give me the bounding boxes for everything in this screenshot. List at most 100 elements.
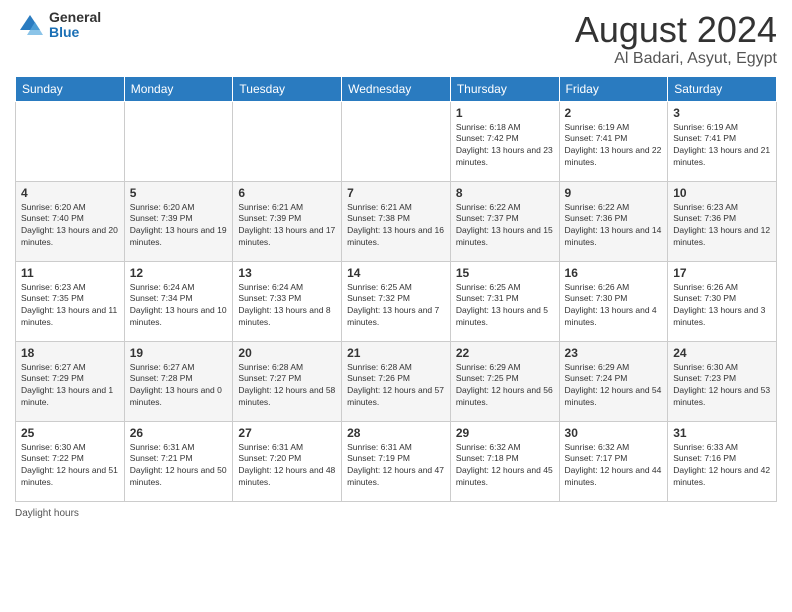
day-info: Sunrise: 6:29 AM Sunset: 7:25 PM Dayligh… — [456, 362, 554, 410]
day-info: Sunrise: 6:20 AM Sunset: 7:39 PM Dayligh… — [130, 202, 228, 250]
day-number: 4 — [21, 186, 119, 200]
table-row: 12Sunrise: 6:24 AM Sunset: 7:34 PM Dayli… — [124, 261, 233, 341]
header-monday: Monday — [124, 76, 233, 101]
day-info: Sunrise: 6:18 AM Sunset: 7:42 PM Dayligh… — [456, 122, 554, 170]
table-row: 6 Sunrise: 6:21 AM Sunset: 7:39 PM Daylig… — [233, 181, 342, 261]
day-number: 24 — [673, 346, 771, 360]
table-row: 4 Sunrise: 6:20 AM Sunset: 7:40 PM Daylig… — [16, 181, 125, 261]
table-row: 11 Sunrise: 6:23 AM Sunset: 7:35 PM Dayli… — [16, 261, 125, 341]
day-number: 26 — [130, 426, 228, 440]
calendar-week-row: 18 Sunrise: 6:27 AM Sunset: 7:29 PM Dayli… — [16, 341, 777, 421]
table-row: 10 Sunrise: 6:23 AM Sunset: 7:36 PM Dayli… — [668, 181, 777, 261]
header-wednesday: Wednesday — [342, 76, 451, 101]
table-row: 23 Sunrise: 6:29 AM Sunset: 7:24 PM Dayli… — [559, 341, 668, 421]
table-row: 15Sunrise: 6:25 AM Sunset: 7:31 PM Dayli… — [450, 261, 559, 341]
header-saturday: Saturday — [668, 76, 777, 101]
day-number: 22 — [456, 346, 554, 360]
title-block: August 2024 Al Badari, Asyut, Egypt — [575, 10, 777, 68]
calendar-week-row: 4 Sunrise: 6:20 AM Sunset: 7:40 PM Daylig… — [16, 181, 777, 261]
table-row — [16, 101, 125, 181]
day-number: 14 — [347, 266, 445, 280]
day-number: 1 — [456, 106, 554, 120]
day-info: Sunrise: 6:25 AM Sunset: 7:31 PM Dayligh… — [456, 282, 554, 330]
day-info: Sunrise: 6:27 AM Sunset: 7:29 PM Dayligh… — [21, 362, 119, 410]
table-row: 31 Sunrise: 6:33 AM Sunset: 7:16 PM Dayli… — [668, 421, 777, 501]
day-number: 21 — [347, 346, 445, 360]
day-number: 12 — [130, 266, 228, 280]
table-row: 8 Sunrise: 6:22 AM Sunset: 7:37 PM Daylig… — [450, 181, 559, 261]
table-row: 1 Sunrise: 6:18 AM Sunset: 7:42 PM Daylig… — [450, 101, 559, 181]
day-info: Sunrise: 6:30 AM Sunset: 7:22 PM Dayligh… — [21, 442, 119, 490]
day-number: 8 — [456, 186, 554, 200]
day-info: Sunrise: 6:24 AM Sunset: 7:33 PM Dayligh… — [238, 282, 336, 330]
header: General Blue August 2024 Al Badari, Asyu… — [15, 10, 777, 68]
logo: General Blue — [15, 10, 101, 41]
table-row: 21Sunrise: 6:28 AM Sunset: 7:26 PM Dayli… — [342, 341, 451, 421]
day-info: Sunrise: 6:31 AM Sunset: 7:21 PM Dayligh… — [130, 442, 228, 490]
table-row: 25Sunrise: 6:30 AM Sunset: 7:22 PM Dayli… — [16, 421, 125, 501]
logo-general: General — [49, 10, 101, 25]
day-info: Sunrise: 6:21 AM Sunset: 7:38 PM Dayligh… — [347, 202, 445, 250]
calendar-week-row: 1 Sunrise: 6:18 AM Sunset: 7:42 PM Daylig… — [16, 101, 777, 181]
day-info: Sunrise: 6:25 AM Sunset: 7:32 PM Dayligh… — [347, 282, 445, 330]
day-info: Sunrise: 6:19 AM Sunset: 7:41 PM Dayligh… — [673, 122, 771, 170]
calendar-table: Sunday Monday Tuesday Wednesday Thursday… — [15, 76, 777, 502]
table-row: 26 Sunrise: 6:31 AM Sunset: 7:21 PM Dayli… — [124, 421, 233, 501]
day-number: 13 — [238, 266, 336, 280]
day-info: Sunrise: 6:29 AM Sunset: 7:24 PM Dayligh… — [565, 362, 663, 410]
calendar-week-row: 11 Sunrise: 6:23 AM Sunset: 7:35 PM Dayli… — [16, 261, 777, 341]
day-number: 3 — [673, 106, 771, 120]
table-row: 19Sunrise: 6:27 AM Sunset: 7:28 PM Dayli… — [124, 341, 233, 421]
day-number: 16 — [565, 266, 663, 280]
calendar-header-row: Sunday Monday Tuesday Wednesday Thursday… — [16, 76, 777, 101]
day-info: Sunrise: 6:26 AM Sunset: 7:30 PM Dayligh… — [565, 282, 663, 330]
day-number: 23 — [565, 346, 663, 360]
day-info: Sunrise: 6:21 AM Sunset: 7:39 PM Dayligh… — [238, 202, 336, 250]
table-row — [342, 101, 451, 181]
day-info: Sunrise: 6:23 AM Sunset: 7:36 PM Dayligh… — [673, 202, 771, 250]
day-info: Sunrise: 6:19 AM Sunset: 7:41 PM Dayligh… — [565, 122, 663, 170]
table-row: 27Sunrise: 6:31 AM Sunset: 7:20 PM Dayli… — [233, 421, 342, 501]
day-number: 18 — [21, 346, 119, 360]
logo-text: General Blue — [49, 10, 101, 41]
logo-blue: Blue — [49, 25, 101, 40]
day-number: 27 — [238, 426, 336, 440]
table-row: 7 Sunrise: 6:21 AM Sunset: 7:38 PM Daylig… — [342, 181, 451, 261]
footer-text: Daylight hours — [15, 508, 79, 519]
header-sunday: Sunday — [16, 76, 125, 101]
header-tuesday: Tuesday — [233, 76, 342, 101]
sub-title: Al Badari, Asyut, Egypt — [575, 50, 777, 68]
day-number: 29 — [456, 426, 554, 440]
table-row: 3 Sunrise: 6:19 AM Sunset: 7:41 PM Daylig… — [668, 101, 777, 181]
table-row: 29Sunrise: 6:32 AM Sunset: 7:18 PM Dayli… — [450, 421, 559, 501]
day-number: 5 — [130, 186, 228, 200]
footer: Daylight hours — [15, 508, 777, 519]
day-info: Sunrise: 6:22 AM Sunset: 7:37 PM Dayligh… — [456, 202, 554, 250]
table-row: 9Sunrise: 6:22 AM Sunset: 7:36 PM Daylig… — [559, 181, 668, 261]
page: General Blue August 2024 Al Badari, Asyu… — [0, 0, 792, 612]
day-info: Sunrise: 6:27 AM Sunset: 7:28 PM Dayligh… — [130, 362, 228, 410]
day-number: 11 — [21, 266, 119, 280]
day-info: Sunrise: 6:20 AM Sunset: 7:40 PM Dayligh… — [21, 202, 119, 250]
logo-icon — [15, 10, 45, 40]
table-row: 2 Sunrise: 6:19 AM Sunset: 7:41 PM Daylig… — [559, 101, 668, 181]
day-info: Sunrise: 6:31 AM Sunset: 7:19 PM Dayligh… — [347, 442, 445, 490]
day-number: 31 — [673, 426, 771, 440]
table-row — [233, 101, 342, 181]
day-number: 7 — [347, 186, 445, 200]
day-number: 28 — [347, 426, 445, 440]
day-number: 9 — [565, 186, 663, 200]
day-info: Sunrise: 6:23 AM Sunset: 7:35 PM Dayligh… — [21, 282, 119, 330]
day-info: Sunrise: 6:33 AM Sunset: 7:16 PM Dayligh… — [673, 442, 771, 490]
table-row: 16 Sunrise: 6:26 AM Sunset: 7:30 PM Dayli… — [559, 261, 668, 341]
table-row: 5 Sunrise: 6:20 AM Sunset: 7:39 PM Daylig… — [124, 181, 233, 261]
day-number: 10 — [673, 186, 771, 200]
day-number: 20 — [238, 346, 336, 360]
table-row: 24 Sunrise: 6:30 AM Sunset: 7:23 PM Dayli… — [668, 341, 777, 421]
day-number: 6 — [238, 186, 336, 200]
table-row: 22 Sunrise: 6:29 AM Sunset: 7:25 PM Dayli… — [450, 341, 559, 421]
day-number: 2 — [565, 106, 663, 120]
header-friday: Friday — [559, 76, 668, 101]
day-info: Sunrise: 6:28 AM Sunset: 7:27 PM Dayligh… — [238, 362, 336, 410]
day-info: Sunrise: 6:30 AM Sunset: 7:23 PM Dayligh… — [673, 362, 771, 410]
